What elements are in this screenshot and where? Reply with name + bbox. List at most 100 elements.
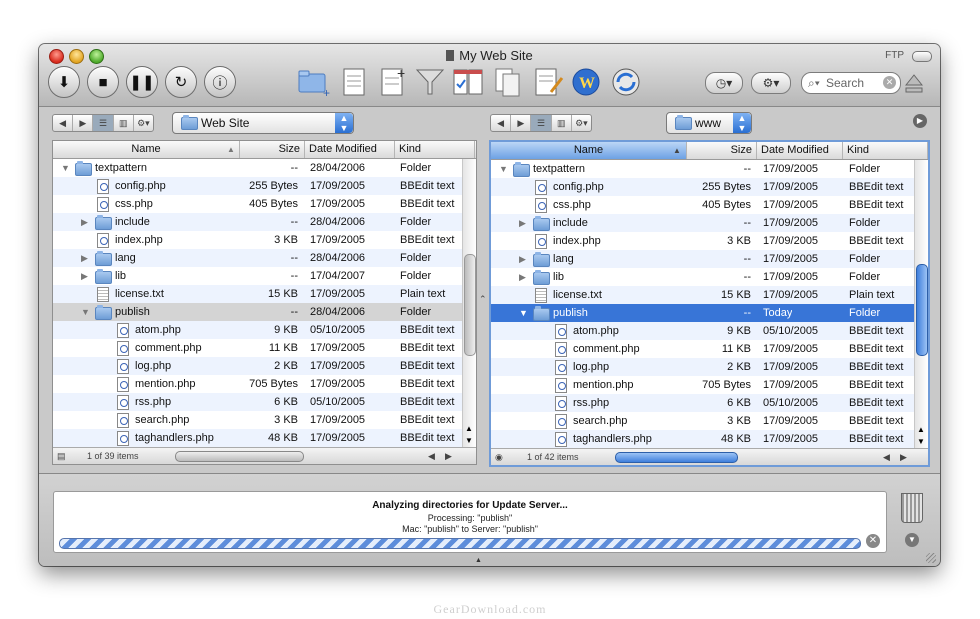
table-row[interactable]: atom.php 9 KB 05/10/2005 BBEdit text [53,321,462,339]
disclosure-triangle-icon[interactable]: ▶ [519,250,526,268]
table-row[interactable]: search.php 3 KB 17/09/2005 BBEdit text [491,412,914,430]
table-row[interactable]: config.php 255 Bytes 17/09/2005 BBEdit text [53,177,462,195]
table-row[interactable]: license.txt 15 KB 17/09/2005 Plain text [53,285,462,303]
column-date-modified[interactable]: Date Modified [757,142,843,159]
table-row[interactable]: index.php 3 KB 17/09/2005 BBEdit text [491,232,914,250]
compare-icon[interactable] [451,66,485,98]
table-row[interactable]: log.php 2 KB 17/09/2005 BBEdit text [491,358,914,376]
clear-search-icon[interactable]: ✕ [883,76,896,89]
scroll-down-icon[interactable]: ▼ [465,436,473,445]
disclosure-triangle-icon[interactable]: ▶ [81,213,88,231]
table-row[interactable]: mention.php 705 Bytes 17/09/2005 BBEdit tex… [53,375,462,393]
table-row[interactable]: ▼ textpattern -- 28/04/2006 Folder [53,159,462,177]
scroll-up-icon[interactable]: ▲ [917,425,925,434]
left-horizontal-scrollbar[interactable] [175,451,304,462]
gear-icon[interactable]: ⚙▾ [572,115,591,131]
table-row[interactable]: ▼ publish -- 28/04/2006 Folder [53,303,462,321]
table-row[interactable]: comment.php 11 KB 17/09/2005 BBEdit text [53,339,462,357]
forward-arrow-icon[interactable]: ▶ [73,115,94,131]
column-kind[interactable]: Kind [843,142,928,159]
table-row[interactable]: rss.php 6 KB 05/10/2005 BBEdit text [491,394,914,412]
left-vertical-scrollbar[interactable]: ▲ ▼ [462,159,476,447]
table-row[interactable]: index.php 3 KB 17/09/2005 BBEdit text [53,231,462,249]
disclosure-triangle-icon[interactable]: ▼ [499,160,508,178]
disclosure-triangle-icon[interactable]: ▶ [519,268,526,286]
gear-icon[interactable]: ⚙▾ [134,115,153,131]
search-field[interactable]: ⌕▾ Search ✕ [801,72,901,94]
download-button[interactable]: ⬇ [48,66,80,98]
scroll-up-icon[interactable]: ▲ [465,424,473,433]
scroll-down-icon[interactable]: ▼ [917,437,925,446]
column-view-icon[interactable]: ▥ [552,115,572,131]
scroll-thumb[interactable] [916,264,928,356]
cancel-transfer-icon[interactable]: ✕ [866,534,880,548]
toolbar-toggle-button[interactable] [912,51,932,62]
new-file-icon[interactable] [337,66,371,98]
table-row[interactable]: css.php 405 Bytes 17/09/2005 BBEdit text [53,195,462,213]
left-location-popup[interactable]: Web Site ▲ ▼ [172,112,354,134]
table-row[interactable]: ▶ lib -- 17/04/2007 Folder [53,267,462,285]
edit-file-icon[interactable] [531,66,565,98]
scroll-right-icon[interactable]: ▶ [445,448,452,464]
table-row[interactable]: ▼ textpattern -- 17/09/2005 Folder [491,160,914,178]
table-row[interactable]: ▶ lib -- 17/09/2005 Folder [491,268,914,286]
list-view-icon[interactable]: ☰ [93,115,114,131]
table-row[interactable]: comment.php 11 KB 17/09/2005 BBEdit text [491,340,914,358]
table-row[interactable]: css.php 405 Bytes 17/09/2005 BBEdit text [491,196,914,214]
table-row[interactable]: ▶ include -- 28/04/2006 Folder [53,213,462,231]
eject-icon[interactable] [905,72,923,94]
back-arrow-icon[interactable]: ◀ [53,115,74,131]
table-row[interactable]: ▶ lang -- 17/09/2005 Folder [491,250,914,268]
disclosure-triangle-icon[interactable]: ▶ [81,267,88,285]
pane-splitter-icon[interactable]: ⌃ [479,294,487,305]
table-row[interactable]: ▼ publish -- Today Folder [491,304,914,322]
forward-arrow-icon[interactable]: ▶ [511,115,532,131]
table-row[interactable]: ▶ lang -- 28/04/2006 Folder [53,249,462,267]
disclosure-triangle-icon[interactable]: ▼ [61,159,70,177]
column-date-modified[interactable]: Date Modified [305,141,395,158]
disclosure-triangle-icon[interactable]: ▶ [519,214,526,232]
scroll-thumb[interactable] [464,254,476,356]
expand-drawer-icon[interactable]: ▶ [913,114,927,128]
table-row[interactable]: taghandlers.php 48 KB 17/09/2005 BBEdit tex… [491,430,914,448]
column-name[interactable]: Name [491,142,687,159]
disclosure-triangle-icon[interactable]: ▼ [81,303,90,321]
column-size[interactable]: Size [240,141,305,158]
sync-files-icon[interactable] [491,66,525,98]
web-publish-icon[interactable]: W [569,66,603,98]
right-horizontal-scrollbar[interactable] [615,452,738,463]
column-kind[interactable]: Kind [395,141,475,158]
scroll-right-icon[interactable]: ▶ [900,449,907,465]
trash-icon[interactable] [901,493,923,523]
scroll-left-icon[interactable]: ◀ [428,448,435,464]
refresh-button[interactable]: ↻ [165,66,197,98]
collapse-icon[interactable]: ▲ [475,557,482,564]
new-file-plus-icon[interactable]: + [375,66,409,98]
filter-icon[interactable] [413,66,447,98]
chevron-down-icon[interactable]: ▼ [905,533,919,547]
scroll-left-icon[interactable]: ◀ [883,449,890,465]
back-arrow-icon[interactable]: ◀ [491,115,512,131]
new-folder-icon[interactable]: + [297,66,331,98]
column-size[interactable]: Size [687,142,757,159]
disclosure-triangle-icon[interactable]: ▶ [81,249,88,267]
table-row[interactable]: license.txt 15 KB 17/09/2005 Plain text [491,286,914,304]
info-button[interactable]: ⓘ [204,66,236,98]
table-row[interactable]: atom.php 9 KB 05/10/2005 BBEdit text [491,322,914,340]
resize-grip[interactable] [926,553,936,563]
list-view-icon[interactable]: ☰ [531,115,552,131]
action-menu-button[interactable]: ⚙▾ [751,72,791,94]
disclosure-triangle-icon[interactable]: ▼ [519,304,528,322]
column-view-icon[interactable]: ▥ [114,115,134,131]
table-row[interactable]: taghandlers.php 48 KB 17/09/2005 BBEdit tex… [53,429,462,447]
table-row[interactable]: mention.php 705 Bytes 17/09/2005 BBEdit tex… [491,376,914,394]
table-row[interactable]: ▶ include -- 17/09/2005 Folder [491,214,914,232]
pause-button[interactable]: ❚❚ [126,66,158,98]
column-name[interactable]: Name [53,141,240,158]
right-vertical-scrollbar[interactable]: ▲ ▼ [914,160,928,448]
table-row[interactable]: config.php 255 Bytes 17/09/2005 BBEdit text [491,178,914,196]
table-row[interactable]: log.php 2 KB 17/09/2005 BBEdit text [53,357,462,375]
right-location-popup[interactable]: www ▲ ▼ [666,112,752,134]
table-row[interactable]: search.php 3 KB 17/09/2005 BBEdit text [53,411,462,429]
schedule-button[interactable]: ◷▾ [705,72,743,94]
